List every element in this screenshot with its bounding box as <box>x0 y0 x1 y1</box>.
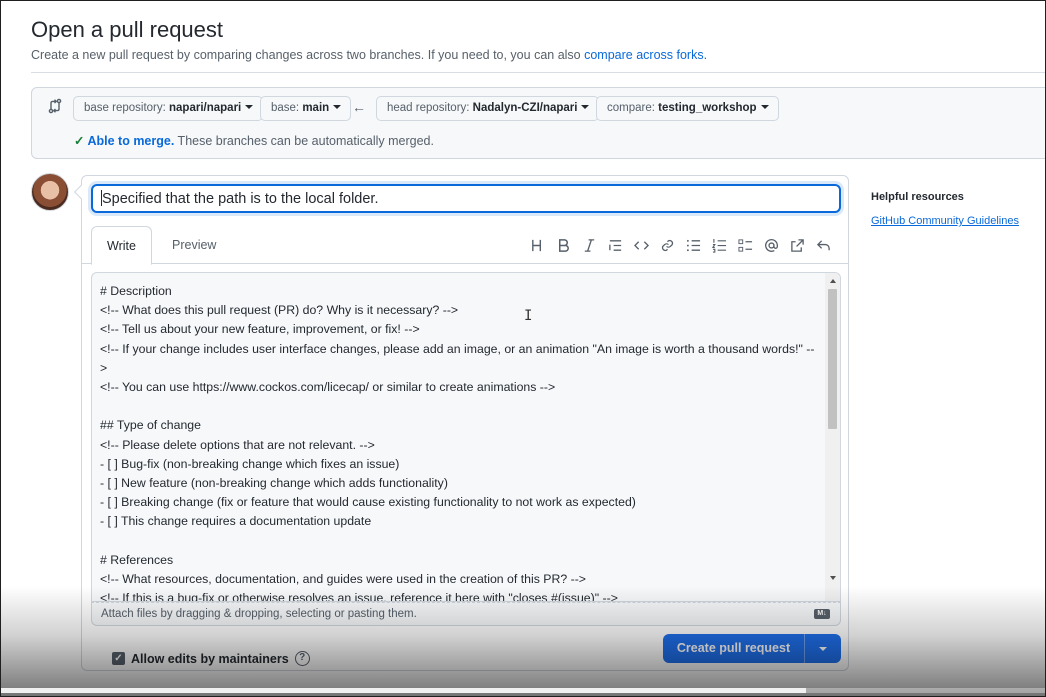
unordered-list-icon[interactable] <box>680 236 706 254</box>
heading-icon[interactable] <box>524 236 550 254</box>
chevron-down-icon <box>333 105 342 109</box>
bold-icon[interactable] <box>550 236 576 254</box>
create-options-dropdown[interactable] <box>805 634 841 663</box>
video-progress-fill <box>1 688 807 693</box>
allow-edits-label: Allow edits by maintainers <box>131 651 289 666</box>
merge-ok-text: Able to merge. <box>87 134 175 148</box>
code-icon[interactable] <box>628 236 654 254</box>
page-title: Open a pull request <box>31 17 224 42</box>
markdown-toolbar <box>524 236 836 254</box>
chevron-down-icon <box>819 646 827 651</box>
scroll-up-icon[interactable] <box>830 279 836 283</box>
reference-icon[interactable] <box>784 236 810 254</box>
attach-files-text: Attach files by dragging & dropping, sel… <box>101 608 417 620</box>
merge-detail-text: These branches can be automatically merg… <box>174 134 434 148</box>
italic-icon[interactable] <box>576 236 602 254</box>
merge-status: ✓ Able to merge. These branches can be au… <box>74 133 434 148</box>
attach-files-bar[interactable]: Attach files by dragging & dropping, sel… <box>91 602 841 626</box>
question-icon[interactable]: ? <box>294 651 310 666</box>
compare-value: testing_workshop <box>658 102 757 114</box>
pr-body-textarea[interactable]: # Description <!-- What does this pull r… <box>91 272 841 602</box>
create-pull-request-label[interactable]: Create pull request <box>663 634 805 663</box>
pr-body-text: # Description <!-- What does this pull r… <box>100 284 815 602</box>
text-cursor-pointer-icon: I <box>524 308 533 324</box>
check-icon: ✓ <box>74 134 85 148</box>
tab-write[interactable]: Write <box>91 226 152 265</box>
markdown-icon: M↓ <box>814 609 830 619</box>
chevron-down-icon <box>581 105 590 109</box>
task-list-icon[interactable] <box>732 236 758 254</box>
base-label: base: <box>271 102 303 114</box>
create-pull-request-button[interactable]: Create pull request <box>663 634 841 663</box>
compare-across-forks-link[interactable]: compare across forks. <box>584 48 707 62</box>
compare-label: compare: <box>607 102 659 114</box>
avatar[interactable] <box>31 173 69 211</box>
base-value: main <box>302 102 330 114</box>
screen: Open a pull request Create a new pull re… <box>0 0 1046 697</box>
link-icon[interactable] <box>654 236 680 254</box>
quote-icon[interactable] <box>602 236 628 254</box>
page-subtitle: Create a new pull request by comparing c… <box>31 48 707 62</box>
head-repository-select[interactable]: head repository: Nadalyn-CZI/napari <box>376 96 600 121</box>
ordered-list-icon[interactable] <box>706 236 732 254</box>
allow-edits-checkbox-row: ✓ Allow edits by maintainers ? <box>112 651 310 666</box>
scroll-down-icon[interactable] <box>830 576 836 580</box>
compare-branch-select[interactable]: compare: testing_workshop <box>596 96 779 121</box>
editor-tabs: Write Preview <box>82 226 848 265</box>
helpful-resources-heading: Helpful resources <box>871 191 964 203</box>
base-repo-label: base repository: <box>84 102 170 114</box>
pull-request-composer: Specified that the path is to the local … <box>81 175 849 671</box>
tab-preview[interactable]: Preview <box>157 226 231 264</box>
git-compare-icon <box>47 98 63 114</box>
chevron-down-icon <box>245 105 254 109</box>
vertical-scrollbar[interactable] <box>825 273 840 601</box>
mention-icon[interactable] <box>758 236 784 254</box>
divider <box>31 72 1045 73</box>
undo-icon[interactable] <box>810 236 836 254</box>
base-repo-value: napari/napari <box>169 102 242 114</box>
range-editor: base repository: napari/napari base: mai… <box>31 87 1045 159</box>
base-repository-select[interactable]: base repository: napari/napari <box>73 96 264 121</box>
pr-title-input[interactable]: Specified that the path is to the local … <box>91 184 841 213</box>
community-guidelines-link[interactable]: GitHub Community Guidelines <box>871 215 1019 227</box>
scrollbar-thumb[interactable] <box>828 289 837 429</box>
head-repo-value: Nadalyn-CZI/napari <box>472 102 578 114</box>
head-repo-label: head repository: <box>387 102 473 114</box>
arrow-left-icon: ← <box>352 99 366 115</box>
chevron-down-icon <box>760 105 769 109</box>
pr-title-value: Specified that the path is to the local … <box>102 191 379 207</box>
subtitle-text: Create a new pull request by comparing c… <box>31 48 585 62</box>
base-branch-select[interactable]: base: main <box>260 96 352 121</box>
video-progress-bar[interactable] <box>1 688 1045 693</box>
allow-edits-checkbox[interactable]: ✓ <box>112 652 125 665</box>
